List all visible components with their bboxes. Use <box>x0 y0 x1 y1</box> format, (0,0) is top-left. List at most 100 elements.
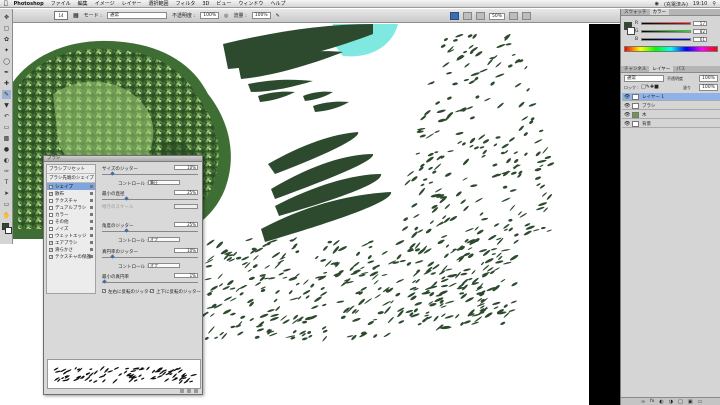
brush-option-item[interactable]: デュアルブラシ <box>47 204 95 211</box>
tab-paths[interactable]: パス <box>673 66 688 72</box>
airbrush-icon[interactable]: ✎ <box>276 13 280 19</box>
layer-row[interactable]: 👁 ブラシ <box>622 102 720 110</box>
brush-option-item[interactable]: テクスチャ <box>47 197 95 204</box>
tilt-scale-field[interactable] <box>174 204 198 209</box>
brush-option-item[interactable]: ✓ シェイプ <box>47 183 95 190</box>
menu-select[interactable]: 選択範囲 <box>148 0 168 7</box>
brush-option-checkbox[interactable] <box>49 226 53 231</box>
brush-option-item[interactable]: ✓ エアブラシ <box>47 239 95 246</box>
lock-icon[interactable] <box>90 241 93 244</box>
brush-tip-shape-item[interactable]: ブラシ先端のシェイプ <box>47 174 95 183</box>
brush-preset-picker[interactable]: 14 <box>54 11 68 20</box>
brush-option-item[interactable]: カラー <box>47 211 95 218</box>
lock-icon[interactable] <box>90 255 93 258</box>
link-layers-icon[interactable]: ∞ <box>641 399 645 405</box>
brush-presets-button[interactable]: ブラシプリセット <box>47 165 95 174</box>
type-tool-icon[interactable]: T <box>2 178 11 187</box>
menu-filter[interactable]: フィルタ <box>175 0 195 7</box>
tab-swatches[interactable]: スウォッチ <box>621 9 650 15</box>
brush-option-item[interactable]: ✓ 散布 <box>47 190 95 197</box>
min-diameter-slider[interactable] <box>102 199 198 200</box>
lasso-tool-icon[interactable]: ✿ <box>2 35 11 44</box>
hand-tool-icon[interactable]: ✋ <box>2 211 11 220</box>
path-select-tool-icon[interactable]: ➤ <box>2 189 11 198</box>
flip-y-checkbox[interactable]: ✓ <box>150 289 154 293</box>
clone-stamp-tool-icon[interactable]: ▼ <box>2 101 11 110</box>
background-color-swatch[interactable] <box>5 227 12 234</box>
grid-view-icon[interactable] <box>187 389 191 393</box>
control-select-3[interactable]: オフ <box>148 263 180 268</box>
toggle-preview-icon[interactable] <box>180 389 184 393</box>
green-slider[interactable]: G 82 <box>635 28 717 34</box>
min-diameter-field[interactable]: 25% <box>174 190 198 195</box>
apple-icon[interactable]:  <box>4 0 8 7</box>
blur-tool-icon[interactable]: ● <box>2 145 11 154</box>
eye-icon[interactable]: 👁 <box>624 112 630 118</box>
move-tool-icon[interactable]: ✥ <box>2 13 11 22</box>
arrange-icon[interactable] <box>509 12 519 20</box>
bridge-icon[interactable] <box>450 12 459 20</box>
brush-panel-title[interactable]: ブラシ <box>44 156 202 162</box>
menu-file[interactable]: ファイル <box>51 0 71 7</box>
crop-tool-icon[interactable]: ◯ <box>2 57 11 66</box>
brush-option-checkbox[interactable] <box>49 212 53 217</box>
size-jitter-slider[interactable] <box>102 174 198 175</box>
eyedropper-tool-icon[interactable]: ✒ <box>2 68 11 77</box>
brush-panel-toggle-icon[interactable]: ▦ <box>73 12 79 19</box>
menu-3d[interactable]: 3D <box>202 1 209 7</box>
tab-color[interactable]: カラー <box>649 9 669 15</box>
opacity-field[interactable]: 100% <box>200 12 220 19</box>
mini-bridge-icon[interactable] <box>463 12 472 20</box>
trash-icon[interactable]: ▭ <box>698 399 703 405</box>
pen-tool-icon[interactable]: ✑ <box>2 167 11 176</box>
brush-option-checkbox[interactable]: ✓ <box>49 240 53 245</box>
zoom-field[interactable]: 50% <box>489 12 506 20</box>
menu-app[interactable]: Photoshop <box>14 1 44 7</box>
mask-icon[interactable]: ◐ <box>659 399 663 405</box>
eye-icon[interactable]: 👁 <box>624 121 630 127</box>
color-bg-swatch[interactable] <box>627 27 635 35</box>
lock-icon[interactable] <box>90 199 93 202</box>
layer-row[interactable]: 👁 木 <box>622 111 720 119</box>
tab-channels[interactable]: チャンネル <box>621 66 649 72</box>
healing-tool-icon[interactable]: ✚ <box>2 79 11 88</box>
dodge-tool-icon[interactable]: ◐ <box>2 156 11 165</box>
menu-layer[interactable]: レイヤー <box>122 0 142 7</box>
red-slider[interactable]: R 57 <box>635 20 717 26</box>
menu-edit[interactable]: 編集 <box>78 0 88 7</box>
lock-icon[interactable] <box>90 192 93 195</box>
control-select-1[interactable]: 筆圧 <box>148 180 180 185</box>
brush-option-item[interactable]: ウェットエッジ <box>47 232 95 239</box>
color-spectrum-bar[interactable] <box>624 46 718 52</box>
brush-option-checkbox[interactable] <box>49 233 53 238</box>
brush-option-checkbox[interactable]: ✓ <box>49 254 53 259</box>
lock-icon[interactable] <box>90 220 93 223</box>
adjustment-icon[interactable]: ◑ <box>669 399 673 405</box>
brush-option-checkbox[interactable] <box>49 219 53 224</box>
flip-x-checkbox[interactable]: ✓ <box>102 289 106 293</box>
mode-select[interactable]: 通常 <box>106 12 167 19</box>
brush-option-checkbox[interactable]: ✓ <box>49 191 53 196</box>
layer-row[interactable]: 👁 背景 <box>622 120 720 128</box>
lock-icon[interactable] <box>90 206 93 209</box>
blue-value[interactable]: 61 <box>693 36 707 42</box>
roundness-jitter-slider[interactable] <box>102 257 198 258</box>
extras-icon[interactable] <box>476 12 485 20</box>
lock-icon[interactable] <box>90 185 93 188</box>
history-brush-tool-icon[interactable]: ↶ <box>2 112 11 121</box>
brush-option-checkbox[interactable]: ✓ <box>49 247 53 252</box>
blue-slider[interactable]: B 61 <box>635 36 717 42</box>
layer-row[interactable]: 👁 レイヤー 1 <box>622 93 720 101</box>
brush-option-item[interactable]: その他 <box>47 218 95 225</box>
lock-icon[interactable] <box>90 227 93 230</box>
menu-window[interactable]: ウィンドウ <box>238 0 263 7</box>
lock-icons[interactable]: □✎✚■ <box>641 84 659 90</box>
roundness-jitter-field[interactable]: 10% <box>174 248 198 253</box>
layer-opacity-field[interactable]: 100% <box>699 75 718 82</box>
min-roundness-field[interactable]: 1% <box>174 273 198 278</box>
brush-option-item[interactable]: ✓ テクスチャの保護 <box>47 253 95 260</box>
angle-jitter-slider[interactable] <box>102 231 198 232</box>
menu-help[interactable]: ヘルプ <box>270 0 285 7</box>
min-roundness-slider[interactable] <box>102 282 198 283</box>
control-select-2[interactable]: オフ <box>148 237 180 242</box>
